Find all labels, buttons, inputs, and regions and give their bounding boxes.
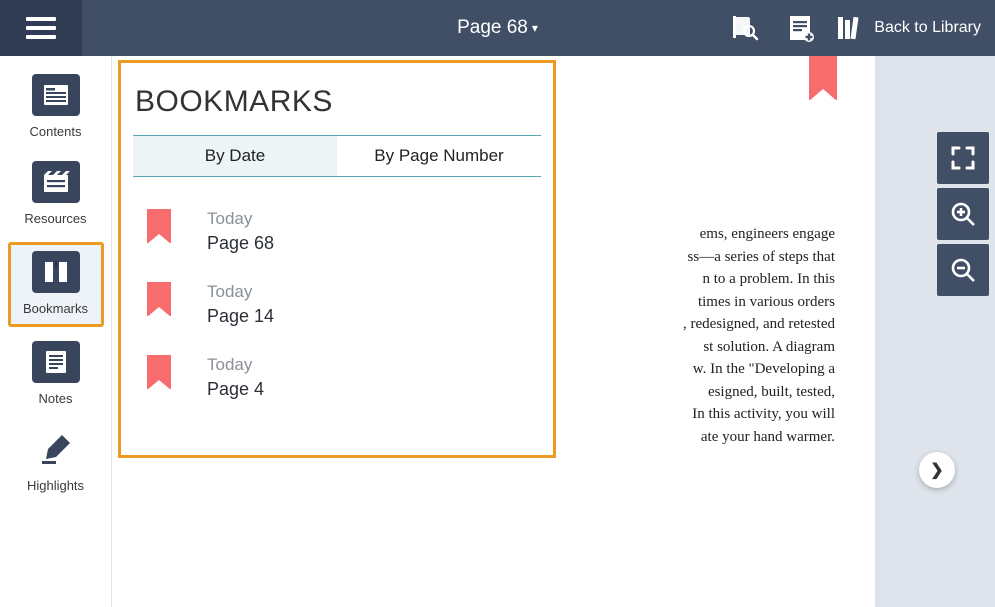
bookmark-date: Today <box>207 282 274 302</box>
tab-label: By Page Number <box>374 146 503 166</box>
bookmark-entry[interactable]: Today Page 68 <box>139 195 535 268</box>
zoom-in-icon <box>949 200 977 228</box>
search-book-icon <box>729 13 759 43</box>
top-right-actions: Back to Library <box>716 0 995 56</box>
sidebar-item-resources[interactable]: Resources <box>8 155 104 234</box>
add-note-button[interactable] <box>772 0 828 56</box>
zoom-in-button[interactable] <box>937 188 989 240</box>
zoom-tools <box>937 132 989 296</box>
bookmark-icon <box>147 282 171 316</box>
menu-icon <box>26 17 56 39</box>
menu-button[interactable] <box>0 0 82 56</box>
zoom-out-button[interactable] <box>937 244 989 296</box>
tab-by-date[interactable]: By Date <box>133 136 337 176</box>
bookmarks-panel: BOOKMARKS By Date By Page Number Today P… <box>118 60 556 458</box>
resources-icon <box>32 161 80 203</box>
top-bar: Page 68 ▾ <box>0 0 995 56</box>
contents-icon <box>32 74 80 116</box>
bookmarks-title: BOOKMARKS <box>133 71 541 135</box>
bookmark-page: Page 14 <box>207 306 274 327</box>
page-body-text: ems, engineers engage ss—a series of ste… <box>605 223 835 448</box>
bookmark-date: Today <box>207 355 264 375</box>
sidebar-item-label: Highlights <box>27 478 84 493</box>
fullscreen-icon <box>949 144 977 172</box>
notes-icon <box>32 341 80 383</box>
back-to-library-label: Back to Library <box>874 19 981 37</box>
bookmark-page: Page 4 <box>207 379 264 400</box>
bookmark-icon <box>147 355 171 389</box>
zoom-out-icon <box>949 256 977 284</box>
search-book-button[interactable] <box>716 0 772 56</box>
chevron-down-icon: ▾ <box>532 21 538 35</box>
page-bookmark-ribbon[interactable] <box>809 56 837 100</box>
bookmark-page: Page 68 <box>207 233 274 254</box>
bookmark-date: Today <box>207 209 274 229</box>
sidebar-item-label: Contents <box>29 124 81 139</box>
fullscreen-button[interactable] <box>937 132 989 184</box>
sidebar-item-notes[interactable]: Notes <box>8 335 104 414</box>
bookmarks-list: Today Page 68 Today Page 14 Today Page 4 <box>133 177 541 432</box>
highlights-icon <box>32 428 80 470</box>
next-page-button[interactable]: ❯ <box>919 452 955 488</box>
tab-label: By Date <box>205 146 265 166</box>
sidebar-item-label: Resources <box>24 211 86 226</box>
bookmark-icon <box>147 209 171 243</box>
sidebar-item-label: Notes <box>39 391 73 406</box>
sidebar-item-contents[interactable]: Contents <box>8 68 104 147</box>
bookmarks-icon <box>32 251 80 293</box>
sidebar-item-label: Bookmarks <box>23 301 88 316</box>
back-to-library-button[interactable]: Back to Library <box>828 0 995 56</box>
sidebar-item-highlights[interactable]: Highlights <box>8 422 104 501</box>
left-sidebar: Contents Resources Bookmarks Notes Highl… <box>0 56 112 607</box>
page-indicator-label: Page 68 <box>457 17 528 39</box>
library-icon <box>834 13 864 43</box>
tab-by-page-number[interactable]: By Page Number <box>337 136 541 176</box>
bookmarks-tabs: By Date By Page Number <box>133 135 541 177</box>
page-indicator[interactable]: Page 68 ▾ <box>457 17 538 39</box>
note-add-icon <box>785 13 815 43</box>
sidebar-item-bookmarks[interactable]: Bookmarks <box>8 242 104 327</box>
bookmark-entry[interactable]: Today Page 14 <box>139 268 535 341</box>
bookmark-entry[interactable]: Today Page 4 <box>139 341 535 414</box>
chevron-right-icon: ❯ <box>930 460 943 480</box>
